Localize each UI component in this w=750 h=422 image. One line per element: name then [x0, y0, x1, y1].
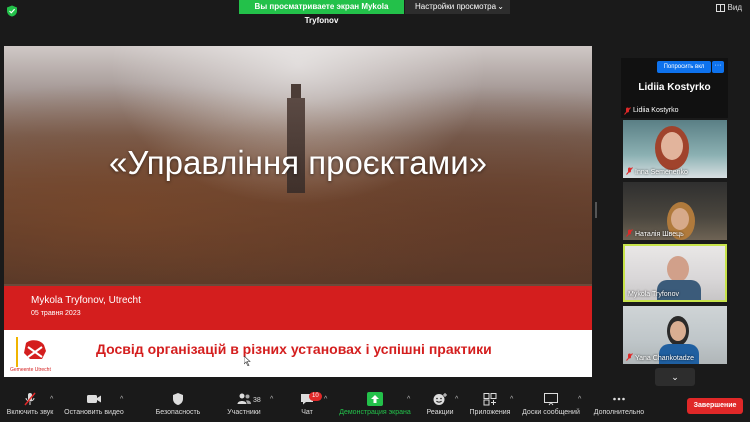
participants-count: 38	[253, 397, 261, 404]
view-options-button[interactable]: Настройки просмотра ⌄	[405, 0, 510, 14]
whiteboards-button[interactable]: Доски сообщений	[520, 392, 582, 416]
grid-view-icon	[715, 3, 725, 12]
unmute-button[interactable]: Включить звук	[4, 392, 56, 416]
participant-tile[interactable]: Наталія Швець	[623, 182, 727, 240]
stop-video-button[interactable]: Остановить видео	[62, 392, 126, 416]
apps-label: Приложения	[469, 409, 511, 416]
active-speaker-name: Lidiia Kostyrko	[638, 82, 711, 93]
muted-mic-icon	[624, 107, 631, 115]
video-camera-icon	[87, 395, 101, 403]
participant-tile[interactable]: Yana Chankotadze	[623, 306, 727, 364]
participant-name: Yana Chankotadze	[635, 355, 695, 362]
muted-mic-icon	[626, 229, 633, 237]
presenter-band	[4, 286, 592, 330]
share-screen-icon	[367, 392, 383, 406]
end-meeting-button[interactable]: Завершение	[687, 398, 743, 414]
utrecht-logo-icon	[16, 337, 46, 367]
more-dots-icon	[613, 397, 625, 401]
shared-screen-slide: «Управління проєктами» Mykola Tryfonov, …	[4, 46, 592, 377]
more-label: Дополнительно	[593, 409, 645, 416]
share-screen-label: Демонстрация экрана	[339, 409, 411, 416]
participants-icon	[237, 393, 251, 404]
panel-resize-handle[interactable]	[595, 202, 597, 218]
slide-subtitle: Досвід організацій в різних установах і …	[96, 341, 492, 357]
share-screen-button[interactable]: Демонстрация экрана	[336, 392, 414, 416]
chevron-up-icon[interactable]: ^	[578, 396, 581, 403]
security-button[interactable]: Безопасность	[150, 392, 206, 416]
participant-face	[670, 321, 686, 341]
security-label: Безопасность	[155, 409, 201, 416]
apps-button[interactable]: Приложения	[466, 392, 514, 416]
chevron-up-icon[interactable]: ^	[407, 396, 410, 403]
ask-to-unmute-button[interactable]: Попросить вкл	[657, 61, 711, 73]
participants-sidebar: Попросить вкл ··· Lidiia Kostyrko Lidiia…	[621, 58, 728, 388]
chevron-up-icon[interactable]: ^	[510, 396, 513, 403]
muted-mic-icon	[626, 353, 633, 361]
chat-label: Чат	[301, 409, 313, 416]
active-speaker-tile: Попросить вкл ··· Lidiia Kostyrko Lidiia…	[621, 58, 728, 118]
participant-face	[671, 208, 689, 230]
chevron-up-icon[interactable]: ^	[324, 396, 327, 403]
sharing-notice: Вы просматриваете экран Mykola Tryfonov	[239, 0, 404, 25]
smiley-plus-icon	[433, 393, 447, 405]
chevron-up-icon[interactable]: ^	[120, 396, 123, 403]
participant-name: Inna Semenenko	[635, 169, 688, 176]
participant-name: Mykola Tryfonov	[628, 291, 679, 298]
whiteboard-icon	[544, 393, 558, 406]
participant-face	[661, 132, 683, 160]
mouse-cursor-icon	[244, 356, 251, 366]
top-bar: Вы просматриваете экран Mykola Tryfonov …	[0, 0, 750, 25]
reactions-label: Реакции	[426, 409, 454, 416]
chevron-down-icon: ⌄	[671, 372, 679, 382]
more-button[interactable]: Дополнительно	[590, 392, 648, 416]
slide-title: «Управління проєктами»	[108, 144, 488, 181]
whiteboards-label: Доски сообщений	[522, 409, 580, 416]
chat-unread-badge: 10	[309, 392, 322, 401]
active-speaker-label: Lidiia Kostyrko	[633, 107, 679, 114]
presentation-date: 05 травня 2023	[31, 310, 81, 317]
unmute-label: Включить звук	[6, 409, 54, 416]
meeting-toolbar: Включить звук ^ Остановить видео ^ Безоп…	[0, 388, 750, 422]
chevron-up-icon[interactable]: ^	[455, 396, 458, 403]
scroll-down-button[interactable]: ⌄	[655, 368, 695, 386]
chevron-down-icon: ⌄	[497, 2, 504, 11]
view-label: Вид	[727, 3, 742, 12]
shield-check-icon[interactable]	[6, 5, 18, 17]
shield-icon	[173, 393, 183, 405]
apps-icon	[483, 393, 497, 406]
reactions-button[interactable]: Реакции	[422, 392, 458, 416]
view-options-label: Настройки просмотра	[415, 2, 497, 11]
participant-tile-speaking[interactable]: Mykola Tryfonov	[623, 244, 727, 302]
participant-name: Наталія Швець	[635, 231, 684, 238]
participant-tile[interactable]: Inna Semenenko	[623, 120, 727, 178]
chevron-up-icon[interactable]: ^	[50, 396, 53, 403]
more-options-button[interactable]: ···	[712, 61, 724, 73]
view-button[interactable]: Вид	[715, 3, 742, 12]
stop-video-label: Остановить видео	[64, 409, 124, 416]
muted-mic-icon	[24, 392, 36, 406]
chevron-up-icon[interactable]: ^	[270, 396, 273, 403]
logo-text: Gemeente Utrecht	[10, 367, 51, 373]
muted-mic-icon	[626, 167, 633, 175]
presenter-name: Mykola Tryfonov, Utrecht	[31, 295, 141, 306]
participant-face	[667, 256, 689, 282]
participants-label: Участники	[227, 409, 261, 416]
participants-button[interactable]: Участники	[222, 392, 266, 416]
